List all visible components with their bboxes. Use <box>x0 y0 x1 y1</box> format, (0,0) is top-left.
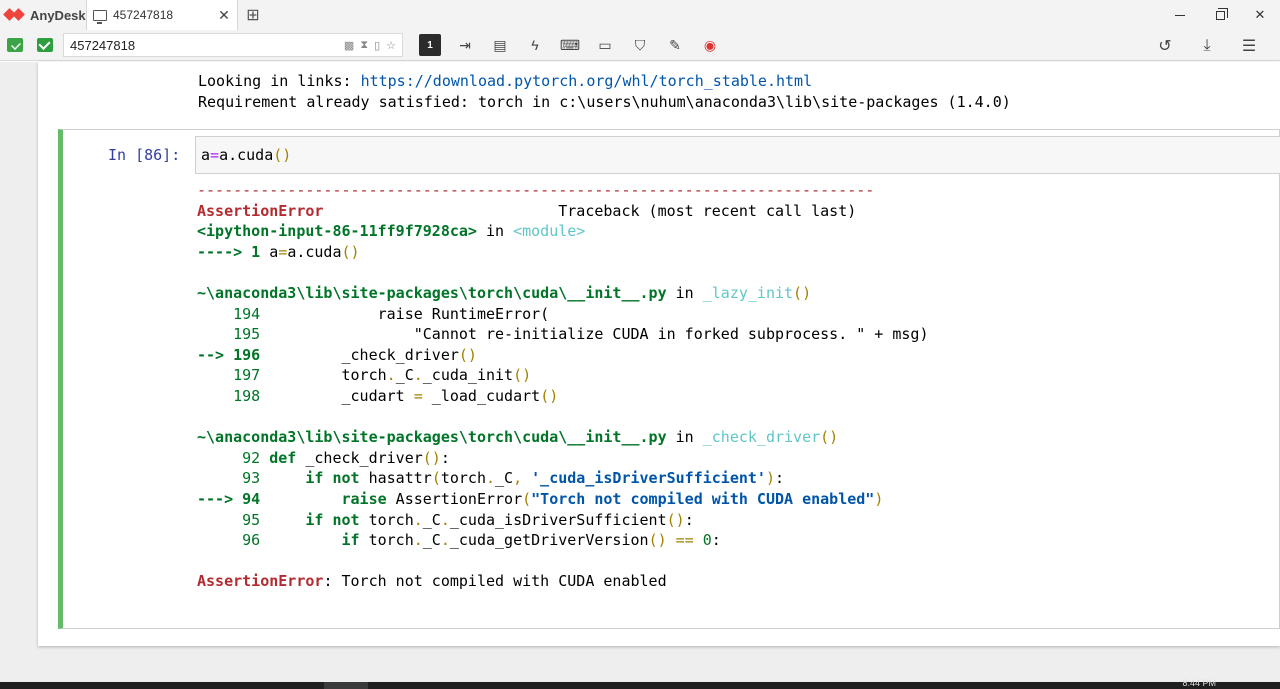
restore-button[interactable] <box>1200 0 1240 30</box>
traceback-line: ---> 94 raise AssertionError("Torch not … <box>197 489 884 508</box>
lock-icon[interactable]: ▯ <box>374 39 380 52</box>
final-error-message: Torch not compiled with CUDA enabled <box>341 572 667 591</box>
session-actions: 1 ⇥ ▤ ϟ ⌨ ▭ ⛉ ✎ ◉ <box>419 34 734 56</box>
minimize-button[interactable] <box>1160 0 1200 30</box>
previous-cell-output: Looking in links: https://download.pytor… <box>198 71 1011 112</box>
traceback-header-right: Traceback (most recent call last) <box>558 201 857 220</box>
permissions-shield-icon[interactable]: ⛉ <box>629 34 651 56</box>
traceback-line: 93 if not hasattr(torch._C, '_cuda_isDri… <box>197 469 785 488</box>
traceback-line: 96 if torch._C._cuda_getDriverVersion() … <box>197 531 721 550</box>
menu-icon[interactable]: ☰ <box>1238 35 1260 57</box>
code-cell[interactable]: In [86]: a=a.cuda() --------------------… <box>58 129 1280 629</box>
favorite-star-icon[interactable]: ☆ <box>386 39 396 52</box>
record-icon[interactable]: ◉ <box>699 34 721 56</box>
traceback-line: --> 196 _check_driver() <box>197 345 477 364</box>
traceback-frame-header: ~\anaconda3\lib\site-packages\torch\cuda… <box>197 283 812 302</box>
traceback-frame-header: ~\anaconda3\lib\site-packages\torch\cuda… <box>197 428 839 447</box>
cell-input[interactable]: a=a.cuda() <box>195 136 1280 174</box>
window-controls: ✕ <box>1160 0 1280 30</box>
session-tab-label: 457247818 <box>113 8 174 22</box>
address-field[interactable]: 457247818 ▩ ⧗ ▯ ☆ <box>63 33 403 57</box>
traceback-line: 197 torch._C._cuda_init() <box>197 366 532 385</box>
code-paren: () <box>273 146 292 164</box>
frame-file: ~\anaconda3\lib\site-packages\torch\cuda… <box>197 428 667 447</box>
taskbar-item[interactable] <box>324 682 368 689</box>
whiteboard-pen-icon[interactable]: ✎ <box>664 34 686 56</box>
chat-icon[interactable]: ▤ <box>489 34 511 56</box>
anydesk-logo-icon <box>4 8 26 22</box>
taskbar: 8:44 PM <box>0 678 1280 689</box>
close-window-button[interactable]: ✕ <box>1240 0 1280 30</box>
final-error-name: AssertionError <box>197 572 324 591</box>
traceback-line: 194 raise RuntimeError( <box>197 304 550 323</box>
restore-icon <box>1215 7 1228 20</box>
frame-func: _lazy_init <box>702 283 794 302</box>
new-tab-button[interactable]: ⊞ <box>238 0 268 30</box>
traceback-output: ----------------------------------------… <box>197 180 929 592</box>
session-toolbar: 457247818 ▩ ⧗ ▯ ☆ 1 ⇥ ▤ ϟ ⌨ ▭ ⛉ ✎ ◉ ↺ ⤓ … <box>0 30 1280 61</box>
output-link[interactable]: https://download.pytorch.org/whl/torch_s… <box>361 72 813 90</box>
actions-lightning-icon[interactable]: ϟ <box>524 34 546 56</box>
connection-status-icon <box>7 38 23 52</box>
title-bar: AnyDesk 457247818 ✕ ⊞ ✕ <box>0 0 1280 30</box>
toolbar-right: ↺ ⤓ ☰ <box>1154 30 1280 61</box>
traceback-separator: ----------------------------------------… <box>197 181 875 199</box>
file-transfer-icon[interactable]: ⇥ <box>454 34 476 56</box>
address-text: 457247818 <box>70 37 136 53</box>
traceback-line: 95 if not torch._C._cuda_isDriverSuffici… <box>197 510 694 529</box>
taskbar-clock: 8:44 PM <box>1182 678 1216 688</box>
minimize-icon <box>1175 14 1185 16</box>
module-ref: <module> <box>513 222 586 241</box>
output-line: Looking in links: https://download.pytor… <box>198 72 813 90</box>
code-expr: a.cuda <box>219 146 274 164</box>
remote-screen: Looking in links: https://download.pytor… <box>0 62 1280 682</box>
input-ref: <ipython-input-86-11ff9f7928ca> <box>197 222 477 241</box>
keyboard-icon[interactable]: ⌨ <box>559 34 581 56</box>
cell-prompt: In [86]: <box>108 146 181 164</box>
notebook-container: Looking in links: https://download.pytor… <box>38 62 1280 646</box>
download-icon[interactable]: ⤓ <box>1196 35 1218 57</box>
anydesk-brand: AnyDesk <box>0 0 86 30</box>
close-icon: ✕ <box>1254 7 1266 22</box>
monitor-select-button[interactable]: 1 <box>419 34 441 56</box>
traceback-line: ----> 1 a=a.cuda() <box>197 242 360 261</box>
history-icon[interactable]: ↺ <box>1154 35 1176 57</box>
code-op: = <box>210 146 220 164</box>
final-error-line: AssertionError: Torch not compiled with … <box>197 572 667 591</box>
hourglass-icon[interactable]: ⧗ <box>360 39 368 52</box>
display-icon[interactable]: ▭ <box>594 34 616 56</box>
session-tab[interactable]: 457247818 ✕ <box>86 0 238 30</box>
traceback-input-ref: <ipython-input-86-11ff9f7928ca> in <modu… <box>197 222 586 241</box>
traceback-line: 92 def _check_driver(): <box>197 448 450 467</box>
close-tab-icon[interactable]: ✕ <box>217 7 231 24</box>
frame-file: ~\anaconda3\lib\site-packages\torch\cuda… <box>197 283 667 302</box>
traceback-line: 198 _cudart = _load_cudart() <box>197 386 559 405</box>
code-var: a <box>201 146 211 164</box>
error-name: AssertionError <box>197 201 324 220</box>
frame-func: _check_driver <box>702 428 821 447</box>
traceback-line: 195 "Cannot re-initialize CUDA in forked… <box>197 325 929 344</box>
output-line: Requirement already satisfied: torch in … <box>198 92 1011 111</box>
traceback-header: AssertionError Traceback (most recent ca… <box>197 201 929 222</box>
arrow-marker: ----> 1 <box>197 242 261 261</box>
verified-icon <box>37 38 53 52</box>
monitor-icon <box>93 9 107 24</box>
fullscreen-icon[interactable]: ▩ <box>344 39 354 52</box>
app-name: AnyDesk <box>30 7 86 23</box>
